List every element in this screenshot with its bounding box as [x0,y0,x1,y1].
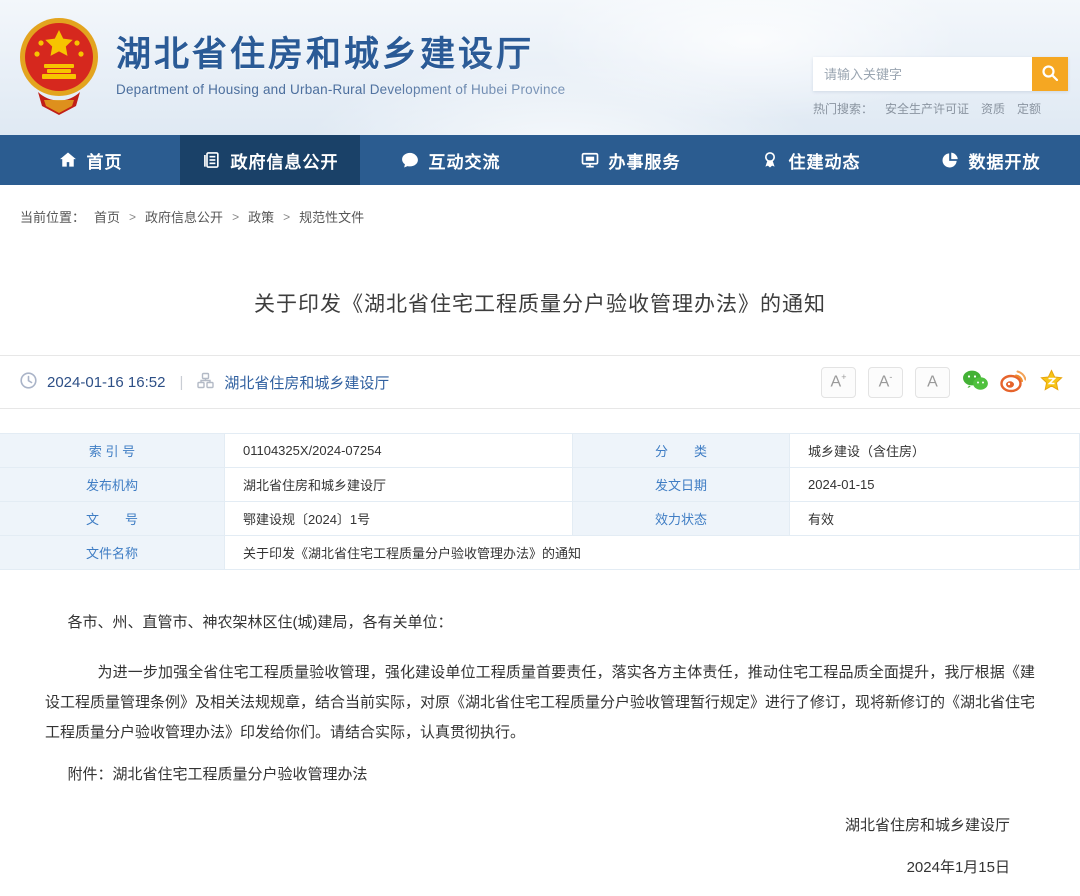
nav-item-interaction[interactable]: 互动交流 [360,135,540,185]
nav-item-services[interactable]: 办事服务 [540,135,720,185]
signature-date: 2024年1月15日 [906,859,1010,876]
breadcrumb-separator: > [232,209,240,224]
info-value-doc-name: 关于印发《湖北省住宅工程质量分户验收管理办法》的通知 [225,536,1080,570]
hot-search-item-3[interactable]: 定额 [1017,100,1041,117]
nav-label: 办事服务 [608,152,681,172]
article-meta-bar: 2024-01-16 16:52 | 湖北省住房和城乡建设厅 A+ A- A [0,355,1080,409]
search-button[interactable] [1032,57,1068,91]
info-value-doc-no: 鄂建设规〔2024〕1号 [225,502,573,536]
medal-icon [760,150,780,170]
document-icon [202,150,222,170]
weibo-share-button[interactable] [1000,369,1027,396]
breadcrumb-item-home[interactable]: 首页 [94,207,120,226]
nav-label: 互动交流 [428,152,501,172]
breadcrumb-item-normative-docs[interactable]: 规范性文件 [299,207,364,226]
nav-label: 数据开放 [968,152,1041,172]
site-title: 湖北省住房和城乡建设厅 [116,35,535,74]
chat-icon [400,150,420,170]
search-area: 热门搜索： 安全生产许可证 资质 定额 [813,57,1068,117]
salutation: 各市、州、直管市、神农架林区住(城)建局，各有关单位： [67,614,453,631]
font-reset-button[interactable]: A [915,366,950,398]
org-icon [197,372,215,393]
nav-item-open-data[interactable]: 数据开放 [900,135,1080,185]
nav-item-gov-info[interactable]: 政府信息公开 [180,135,360,185]
home-icon [58,150,78,170]
font-smaller-button[interactable]: A- [868,366,903,398]
site-subtitle: Department of Housing and Urban-Rural De… [116,82,566,97]
wechat-icon [962,369,989,396]
source-link[interactable]: 湖北省住房和城乡建设厅 [224,372,389,393]
hot-search-item-2[interactable]: 资质 [981,100,1005,117]
nav-item-news[interactable]: 住建动态 [720,135,900,185]
nav-label: 住建动态 [788,152,861,172]
document-body: 各市、州、直管市、神农架林区住(城)建局，各有关单位： 为进一步加强全省住宅工程… [0,608,1080,882]
hot-search-label: 热门搜索： [813,102,874,116]
document-info-table: 索 引 号 01104325X/2024-07254 分 类 城乡建设（含住房）… [0,433,1080,570]
nav-label: 政府信息公开 [230,152,339,172]
search-icon [1041,64,1059,85]
breadcrumb: 当前位置： 首页 > 政府信息公开 > 政策 > 规范性文件 [0,185,1080,226]
national-emblem-logo [18,16,100,120]
info-label-doc-no: 文 号 [0,502,225,536]
article-title: 关于印发《湖北省住宅工程质量分户验收管理办法》的通知 [254,293,826,316]
info-label-doc-name: 文件名称 [0,536,225,570]
clock-icon [20,371,37,393]
body-paragraph: 为进一步加强全省住宅工程质量验收管理，强化建设单位工程质量首要责任，落实各方主体… [45,664,1036,741]
breadcrumb-separator: > [283,209,291,224]
main-nav: 首页 政府信息公开 互动交流 办事服务 住建动态 数据开放 [0,135,1080,185]
info-value-category: 城乡建设（含住房） [790,434,1080,468]
attachment-line: 附件：湖北省住宅工程质量分户验收管理办法 [67,766,368,783]
pie-chart-icon [940,150,960,170]
info-value-index-no: 01104325X/2024-07254 [225,434,573,468]
info-value-validity: 有效 [790,502,1080,536]
favorite-share-button[interactable] [1038,368,1064,396]
nav-item-home[interactable]: 首页 [0,135,180,185]
breadcrumb-item-gov-info[interactable]: 政府信息公开 [145,207,223,226]
info-label-category: 分 类 [573,434,790,468]
info-label-validity: 效力状态 [573,502,790,536]
hot-search-item-1[interactable]: 安全生产许可证 [885,100,969,117]
breadcrumb-label: 当前位置： [20,210,86,225]
info-label-index-no: 索 引 号 [0,434,225,468]
publish-datetime: 2024-01-16 16:52 [47,373,166,391]
font-larger-button[interactable]: A+ [821,366,856,398]
nav-label: 首页 [86,152,123,172]
weibo-icon [1000,369,1027,396]
meta-divider: | [179,373,184,391]
info-label-issue-date: 发文日期 [573,468,790,502]
search-input[interactable] [813,57,1032,91]
info-value-publisher: 湖北省住房和城乡建设厅 [225,468,573,502]
breadcrumb-separator: > [129,209,137,224]
signature-org: 湖北省住房和城乡建设厅 [844,817,1010,834]
wechat-share-button[interactable] [962,369,988,395]
monitor-icon [580,150,600,170]
breadcrumb-item-policy[interactable]: 政策 [248,207,274,226]
site-header: 湖北省住房和城乡建设厅 Department of Housing and Ur… [0,0,1080,135]
info-value-issue-date: 2024-01-15 [790,468,1080,502]
star-icon [1039,368,1064,396]
info-label-publisher: 发布机构 [0,468,225,502]
